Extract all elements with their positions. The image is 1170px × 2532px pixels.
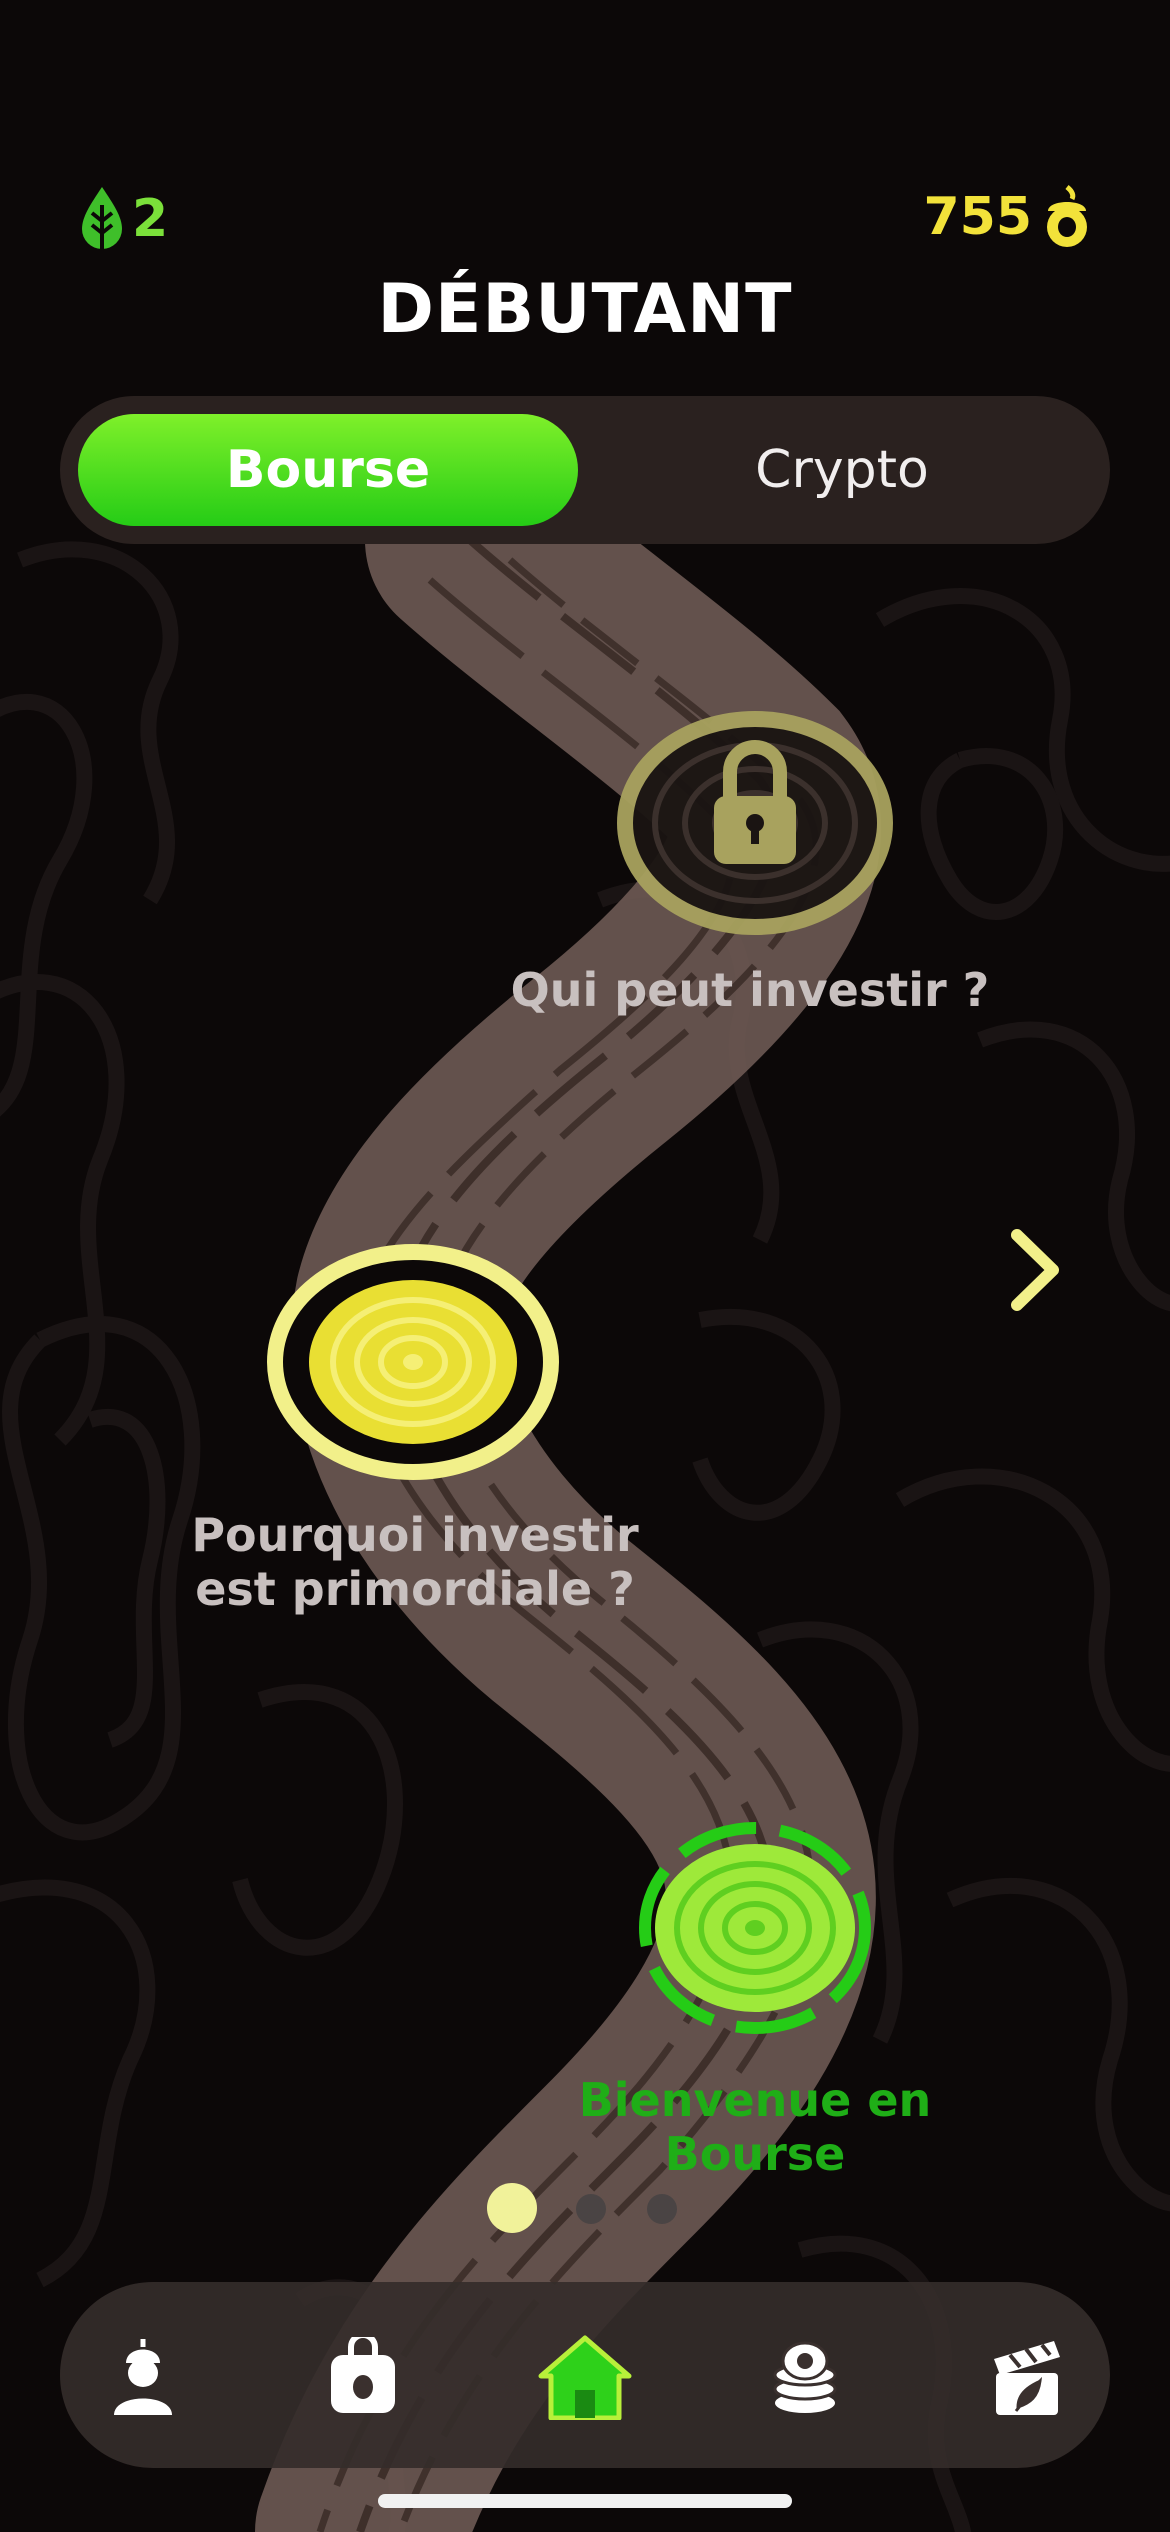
backpack-icon xyxy=(331,2337,395,2413)
page-dot[interactable] xyxy=(576,2194,606,2224)
coins-count: 755 xyxy=(923,187,1032,247)
lesson-label-bienvenue[interactable]: Bienvenue en Bourse xyxy=(545,2073,965,2181)
acorn-coin-icon xyxy=(1047,185,1087,247)
lesson-label-pourquoi-investir[interactable]: Pourquoi investir est primordiale ? xyxy=(150,1508,680,1616)
level-title: DÉBUTANT xyxy=(377,270,793,349)
lives-counter[interactable]: 2 xyxy=(80,185,168,253)
coins-counter[interactable]: 755 xyxy=(923,185,1090,249)
leaf-drop-icon xyxy=(82,187,122,251)
page-dot[interactable] xyxy=(647,2194,677,2224)
tab-backpack[interactable] xyxy=(308,2322,418,2432)
lesson-label-line: est primordiale ? xyxy=(195,1562,635,1616)
tab-coins[interactable] xyxy=(750,2322,860,2432)
lesson-label-line: Pourquoi investir xyxy=(191,1508,639,1562)
home-icon xyxy=(538,2335,632,2420)
lesson-node-available[interactable] xyxy=(267,1244,559,1480)
lesson-label-line: Bienvenue en xyxy=(578,2073,932,2127)
tab-home[interactable] xyxy=(530,2322,640,2432)
tab-crypto[interactable]: Crypto xyxy=(592,414,1092,526)
chevron-right-icon[interactable] xyxy=(1005,1225,1065,1315)
lesson-label-text: Qui peut investir ? xyxy=(510,963,990,1017)
lesson-label-qui-peut-investir[interactable]: Qui peut investir ? xyxy=(480,963,1020,1017)
lesson-label-line: Bourse xyxy=(664,2127,846,2181)
home-indicator[interactable] xyxy=(378,2494,792,2508)
profile-icon xyxy=(114,2339,172,2415)
tab-videos[interactable] xyxy=(972,2322,1082,2432)
lesson-node-locked[interactable] xyxy=(617,711,893,935)
tab-bourse[interactable]: Bourse xyxy=(78,414,578,526)
lives-count: 2 xyxy=(132,189,169,249)
coins-stack-icon xyxy=(773,2341,837,2413)
bottom-tab-bar xyxy=(60,2282,1110,2468)
page-dot-active[interactable] xyxy=(487,2183,537,2233)
market-segmented-control: Bourse Crypto xyxy=(60,396,1110,544)
tab-profile[interactable] xyxy=(88,2322,198,2432)
clapperboard-icon xyxy=(994,2341,1060,2415)
